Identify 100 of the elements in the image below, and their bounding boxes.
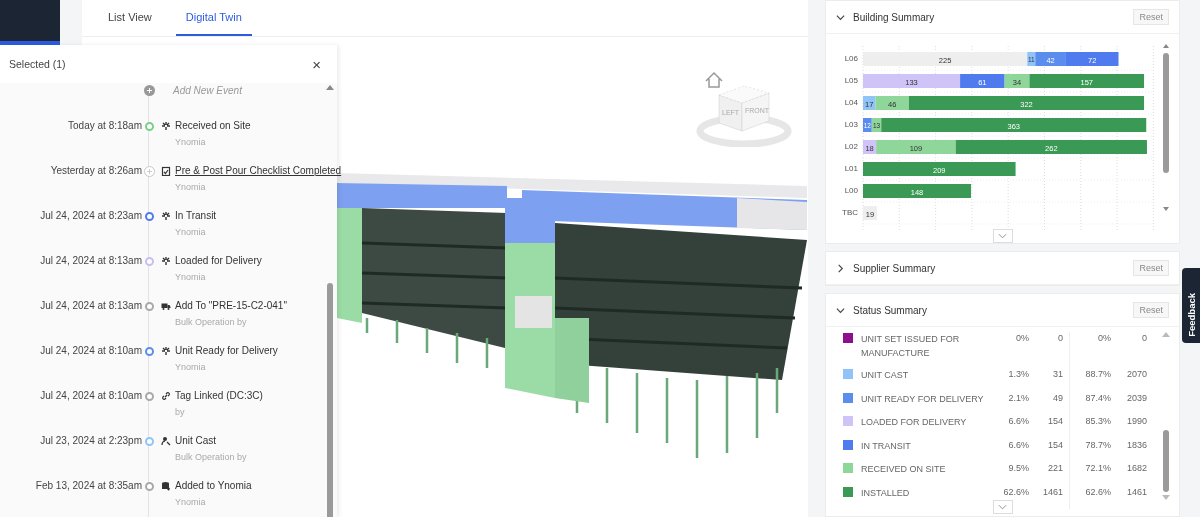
sparkle-icon	[161, 211, 171, 221]
chevron-down-icon	[998, 504, 1007, 510]
bar-segment[interactable]	[871, 118, 882, 132]
section-title: Building Summary	[853, 11, 936, 23]
add-icon[interactable]	[143, 85, 155, 96]
event-title: Loaded for Delivery	[175, 254, 263, 268]
panel-title: Selected (1)	[9, 58, 66, 70]
table-cell-text: 2039	[1125, 391, 1147, 404]
axis-label: L02	[844, 142, 858, 151]
status-label: INSTALLED	[860, 486, 911, 500]
axis-label: L03	[844, 120, 858, 129]
reset-button[interactable]: Reset	[1133, 302, 1169, 318]
table-cell-text: 2070	[1125, 368, 1147, 380]
axis-label: L01	[844, 164, 858, 173]
event-time: Jul 24, 2024 at 8:13am	[39, 299, 142, 313]
event-source: by	[175, 406, 186, 419]
sparkle-icon	[161, 121, 171, 131]
reset-button[interactable]: Reset	[1133, 260, 1169, 276]
bar-segment[interactable]	[863, 140, 877, 154]
bar-segment[interactable]	[863, 184, 972, 198]
feedback-tab[interactable]: Feedback	[1182, 268, 1200, 343]
scrollbar[interactable]	[1163, 44, 1169, 211]
bar-segment[interactable]	[1029, 74, 1145, 88]
event-source: Bulk Operation by	[175, 451, 248, 464]
bar-segment[interactable]	[875, 96, 909, 110]
table-cell-text: 1461	[1125, 485, 1147, 498]
table-cell-text: 6.6%	[1007, 415, 1029, 427]
home-icon[interactable]	[705, 71, 723, 88]
status-label: UNIT CAST	[860, 369, 910, 382]
event-time: Jul 23, 2024 at 2:23pm	[39, 434, 142, 448]
reset-button[interactable]: Reset	[1133, 9, 1169, 25]
section-title: Supplier Summary	[853, 262, 937, 274]
status-label: UNIT READY FOR DELIVERY	[860, 392, 985, 406]
table-cell-text: 0	[1057, 332, 1063, 344]
link-icon	[161, 391, 171, 401]
event-title: Unit Ready for Delivery	[175, 344, 279, 358]
bar-segment[interactable]	[863, 96, 876, 110]
table-cell: 72.1%	[1069, 462, 1111, 486]
expand-button[interactable]	[992, 500, 1013, 514]
event-time: Yesterday at 8:26am	[49, 164, 142, 178]
viewcube-drawing[interactable]	[696, 85, 792, 147]
chevron-right-icon[interactable]	[836, 263, 845, 273]
checklist-icon	[161, 166, 171, 176]
table-cell: 87.4%	[1069, 391, 1111, 415]
table-cell-text: 1990	[1125, 415, 1147, 427]
close-button[interactable]: ×	[310, 56, 323, 72]
table-cell-text: 49	[1052, 391, 1063, 404]
bar-segment[interactable]	[863, 118, 872, 132]
table-cell-text: 31	[1052, 368, 1063, 380]
sparkle-icon	[161, 256, 171, 266]
event-source: Ynomia	[175, 136, 207, 149]
event-title: In Transit	[175, 209, 218, 223]
table-cell: 78.7%	[1069, 438, 1111, 462]
table-cell-text: 154	[1046, 415, 1063, 427]
chevron-down-icon[interactable]	[836, 12, 845, 22]
event-time: Today at 8:18am	[67, 119, 142, 133]
status-label: IN TRANSIT	[860, 439, 912, 453]
bar-segment[interactable]	[1004, 74, 1030, 88]
bar-segment[interactable]	[876, 140, 956, 154]
table-cell-text: 62.6%	[1002, 485, 1029, 498]
event-time: Jul 24, 2024 at 8:10am	[39, 389, 142, 403]
event-link[interactable]: Pre & Post Pour Checklist Completed	[175, 164, 342, 178]
bar-segment[interactable]	[1035, 52, 1066, 66]
status-label: UNIT SET ISSUED FOR MANUFACTURE	[860, 333, 961, 360]
bar-segment[interactable]	[863, 162, 1016, 176]
axis-label: L04	[844, 98, 858, 107]
section-title: Status Summary	[853, 304, 928, 316]
event-title: Received on Site	[175, 119, 252, 133]
event-source: Ynomia	[175, 226, 207, 239]
chevron-down-icon	[998, 233, 1007, 239]
event-title: Added to Ynomia	[175, 479, 253, 493]
event-source: Ynomia	[175, 271, 207, 284]
table-cell-text: 1461	[1041, 485, 1063, 498]
table-cell-text: 0	[1141, 332, 1147, 344]
table-cell-text: 0%	[1015, 332, 1029, 344]
axis-label: L00	[844, 186, 858, 195]
bar-segment[interactable]	[1065, 52, 1119, 66]
bar-segment[interactable]	[960, 74, 1005, 88]
person-icon	[161, 436, 171, 446]
event-source: Ynomia	[175, 361, 207, 374]
bar-segment[interactable]	[1027, 52, 1036, 66]
table-cell-text: 221	[1046, 462, 1063, 474]
truck-icon	[161, 301, 171, 311]
view-tab[interactable]: List View	[98, 0, 162, 36]
axis-label: L06	[844, 54, 858, 63]
table-cell: 0%	[1069, 332, 1111, 368]
event-source: Bulk Operation by	[175, 316, 248, 329]
table-cell: 62.6%	[1069, 485, 1111, 509]
bar-segment[interactable]	[863, 74, 961, 88]
table-cell: 88.7%	[1069, 368, 1111, 392]
table-cell-text: 1.3%	[1007, 368, 1029, 380]
status-label: LOADED FOR DELIVERY	[860, 416, 968, 429]
expand-button[interactable]	[992, 229, 1013, 243]
event-title: Unit Cast	[175, 434, 218, 448]
table-cell-text: 9.5%	[1007, 462, 1029, 474]
chevron-down-icon[interactable]	[836, 305, 845, 315]
table-cell-text: 6.6%	[1007, 438, 1029, 451]
event-source: Ynomia	[175, 496, 207, 509]
database-icon	[161, 481, 171, 491]
axis-label: TBC	[842, 208, 858, 217]
